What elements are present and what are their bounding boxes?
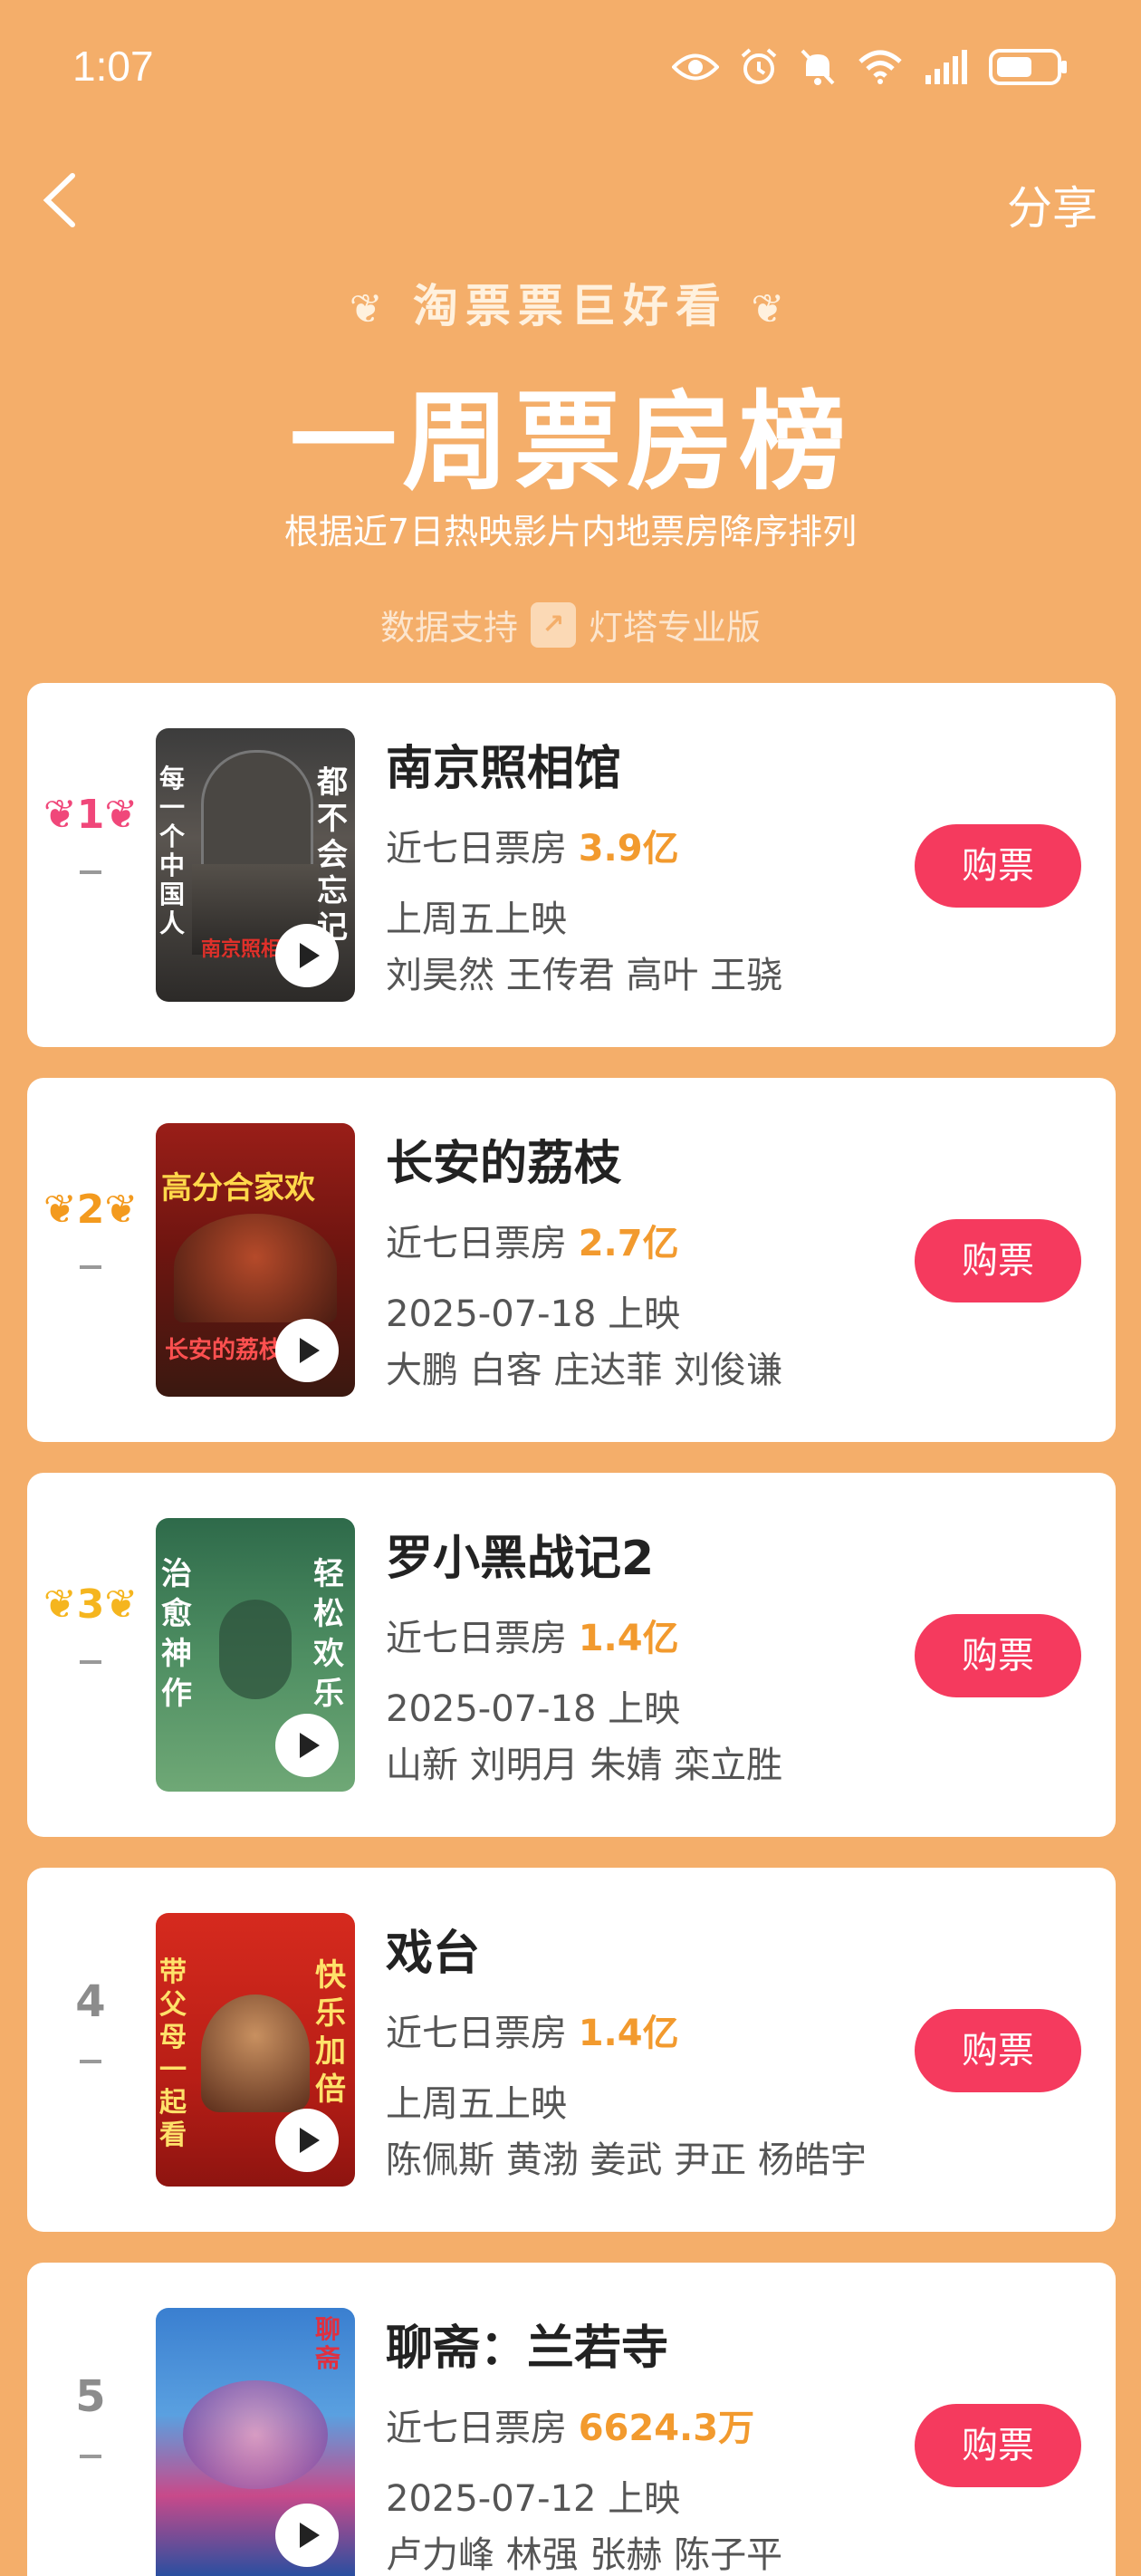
movie-card[interactable]: ❦3❦ 治愈神作 轻松欢乐 罗小黑战记2 近七日票房 1.4亿 2025-07-… (27, 1473, 1116, 1837)
mute-icon (799, 47, 837, 91)
release-date: 上周五上映 (386, 899, 567, 940)
box-office-value: 3.9亿 (578, 828, 679, 870)
poster-text-left: 治愈神作 (161, 1556, 192, 1712)
poster-text-left: 带父母一起看 (159, 1956, 187, 2151)
buy-ticket-button[interactable]: 购票 (915, 824, 1081, 908)
box-office-value: 1.4亿 (578, 1618, 679, 1659)
release-date: 上周五上映 (386, 2083, 567, 2125)
play-icon[interactable] (275, 2504, 339, 2567)
movie-poster[interactable]: 高分合家欢 长安的荔枝 (156, 1123, 355, 1397)
buy-ticket-button[interactable]: 购票 (915, 1219, 1081, 1302)
status-icons (671, 47, 1069, 91)
data-support-brand: 灯塔专业版 (589, 608, 762, 648)
battery-icon (989, 49, 1069, 89)
rank-change-dash (80, 2060, 101, 2063)
cast-list: 大鹏 白客 庄达菲 刘俊谦 (386, 1350, 783, 1391)
movie-title[interactable]: 南京照相馆 (386, 730, 621, 798)
release-date: 2025-07-18 上映 (386, 1293, 681, 1335)
box-office-line: 近七日票房 1.4亿 (386, 1609, 679, 1661)
poster-text-top: 高分合家欢 (161, 1170, 315, 1206)
rank-change-dash (80, 1265, 101, 1269)
rank-change-dash (80, 1660, 101, 1664)
rank-indicator: 5 (27, 2371, 154, 2458)
movie-card[interactable]: ❦2❦ 高分合家欢 长安的荔枝 长安的荔枝 近七日票房 2.7亿 2025-07… (27, 1078, 1116, 1442)
tagline-text: 淘票票巨好看 (413, 280, 728, 332)
box-office-line: 近七日票房 3.9亿 (386, 819, 679, 871)
box-office-line: 近七日票房 6624.3万 (386, 2398, 754, 2451)
cast-list: 卢力峰 林强 张赫 陈子平 (386, 2534, 783, 2576)
rank-change-dash (80, 870, 101, 874)
movie-title[interactable]: 戏台 (386, 1915, 480, 1983)
box-office-line: 近七日票房 2.7亿 (386, 1214, 679, 1266)
rank-number: 2 (76, 1187, 105, 1233)
play-icon[interactable] (275, 1714, 339, 1777)
status-time: 1:07 (72, 43, 154, 90)
movie-title[interactable]: 长安的荔枝 (386, 1125, 621, 1193)
rank-number: 1 (76, 792, 105, 838)
wifi-icon (857, 49, 904, 89)
movie-poster[interactable]: 聊斋 (156, 2308, 355, 2576)
box-office-label: 近七日票房 (386, 2013, 567, 2054)
eye-icon (671, 52, 720, 86)
rank-number: 4 (75, 1976, 106, 2027)
play-icon[interactable] (275, 2109, 339, 2172)
poster-text-right: 都不会忘记 (317, 764, 348, 946)
cast-list: 山新 刘明月 朱婧 栾立胜 (386, 1745, 783, 1786)
movie-title[interactable]: 罗小黑战记2 (386, 1520, 654, 1588)
poster-text-right: 轻松欢乐 (313, 1556, 344, 1712)
play-icon[interactable] (275, 924, 339, 987)
laurel-right-icon: ❦ (751, 286, 792, 332)
buy-ticket-button[interactable]: 购票 (915, 2404, 1081, 2487)
movie-card[interactable]: 4 带父母一起看 快乐加倍 戏台 近七日票房 1.4亿 上周五上映 陈佩斯 黄渤… (27, 1868, 1116, 2232)
rank-indicator: 4 (27, 1976, 154, 2063)
poster-text-left: 每一个中国人 (159, 764, 186, 938)
box-office-value: 6624.3万 (578, 2408, 755, 2449)
release-date: 2025-07-12 上映 (386, 2478, 681, 2520)
box-office-value: 2.7亿 (578, 1223, 679, 1264)
box-office-label: 近七日票房 (386, 2408, 567, 2449)
rank-laurel: ❦3❦ (43, 1581, 139, 1628)
play-icon[interactable] (275, 1319, 339, 1382)
rank-laurel: ❦2❦ (43, 1187, 139, 1233)
movie-card[interactable]: 5 聊斋 聊斋：兰若寺 近七日票房 6624.3万 2025-07-12 上映 … (27, 2263, 1116, 2576)
cast-list: 陈佩斯 黄渤 姜武 尹正 杨皓宇 (386, 2139, 867, 2181)
box-office-value: 1.4亿 (578, 2013, 679, 2054)
movie-poster[interactable]: 每一个中国人 都不会忘记 南京照相馆 (156, 728, 355, 1002)
rank-change-dash (80, 2455, 101, 2458)
rank-number: 5 (75, 2371, 106, 2422)
box-office-label: 近七日票房 (386, 1223, 567, 1264)
box-office-label: 近七日票房 (386, 1618, 567, 1659)
movie-title[interactable]: 聊斋：兰若寺 (386, 2310, 668, 2378)
dengta-logo-icon: ↗ (531, 601, 576, 648)
poster-text-top: 聊斋 (315, 2314, 341, 2373)
movie-card[interactable]: ❦1❦ 每一个中国人 都不会忘记 南京照相馆 南京照相馆 近七日票房 3.9亿 … (27, 683, 1116, 1047)
poster-text-right: 快乐加倍 (315, 1957, 346, 2108)
movie-poster[interactable]: 治愈神作 轻松欢乐 (156, 1518, 355, 1792)
page-title: 一周票房榜 (289, 380, 851, 505)
share-button[interactable]: 分享 (1007, 172, 1098, 237)
rank-indicator: ❦2❦ (27, 1187, 154, 1269)
page-subtitle: 根据近7日热映影片内地票房降序排列 (283, 512, 858, 552)
rank-number: 3 (76, 1581, 105, 1628)
laurel-left-icon: ❦ (349, 286, 390, 332)
rank-indicator: ❦3❦ (27, 1581, 154, 1664)
cast-list: 刘昊然 王传君 高叶 王骁 (386, 955, 783, 996)
box-office-label: 近七日票房 (386, 828, 567, 870)
buy-ticket-button[interactable]: 购票 (915, 1614, 1081, 1697)
tagline: ❦ 淘票票巨好看 ❦ (0, 270, 1141, 335)
movie-poster[interactable]: 带父母一起看 快乐加倍 (156, 1913, 355, 2187)
chevron-left-icon (43, 173, 75, 227)
box-office-line: 近七日票房 1.4亿 (386, 2004, 679, 2056)
alarm-icon (739, 47, 779, 91)
rank-laurel: ❦1❦ (43, 792, 139, 838)
data-support-label: 数据支持 (379, 608, 518, 648)
data-support: 数据支持 ↗ 灯塔专业版 (0, 600, 1141, 649)
release-date: 2025-07-18 上映 (386, 1688, 681, 1730)
signal-icon (924, 50, 969, 88)
poster-text-bottom: 长安的荔枝 (165, 1337, 283, 1364)
rank-indicator: ❦1❦ (27, 792, 154, 874)
buy-ticket-button[interactable]: 购票 (915, 2009, 1081, 2092)
back-button[interactable] (36, 168, 91, 232)
status-bar: 1:07 (0, 0, 1141, 136)
